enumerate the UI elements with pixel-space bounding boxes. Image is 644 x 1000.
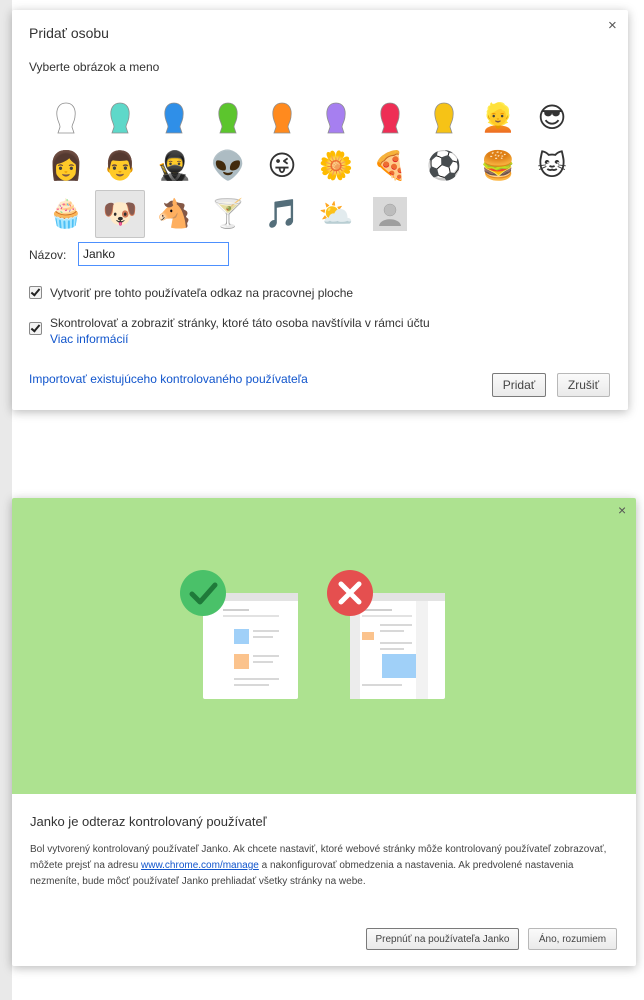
blocked-x-badge [327, 570, 373, 616]
silhouette-red-icon [380, 102, 400, 134]
avatar-grid: 👱 😎 👩 👨 🥷 👽 😜 🌼 🍕 ⚽ 🍔 🐱 🧁 🐶 🐴 🍸 🎵 ⛅ [41, 94, 581, 238]
avatar-option[interactable]: 👽 [203, 142, 253, 190]
avatar-option[interactable] [95, 94, 145, 142]
avatar-option[interactable]: 👱 [473, 94, 523, 142]
dialog-title: Pridať osobu [29, 25, 109, 41]
avatar-option[interactable] [311, 94, 361, 142]
silhouette-orange-icon [272, 102, 292, 134]
dialog-title: Janko je odteraz kontrolovaný používateľ [30, 814, 267, 829]
avatar-option[interactable] [257, 94, 307, 142]
close-icon[interactable]: × [608, 18, 617, 33]
silhouette-teal-icon [110, 102, 130, 134]
supervise-label: Skontrolovať a zobraziť stránky, ktoré t… [50, 316, 430, 330]
avatar-option[interactable]: 🐱 [527, 142, 577, 190]
silhouette-green-icon [218, 102, 238, 134]
avatar-option[interactable]: 🌼 [311, 142, 361, 190]
add-person-dialog: × Pridať osobu Vyberte obrázok a meno 👱 😎… [12, 10, 628, 410]
name-label: Názov: [29, 248, 67, 262]
dog-icon: 🐶 [102, 197, 138, 230]
avatar-option[interactable]: 😜 [257, 142, 307, 190]
silhouette-yellow-icon [434, 102, 454, 134]
burger-icon: 🍔 [480, 149, 516, 182]
silhouette-purple-icon [326, 102, 346, 134]
avatar-option[interactable]: 🥷 [149, 142, 199, 190]
blonde-woman-icon: 👱 [480, 101, 516, 134]
import-supervised-user-link[interactable]: Importovať existujúceho kontrolovaného p… [29, 372, 308, 386]
allowed-check-badge [180, 570, 226, 616]
cancel-button[interactable]: Zrušiť [557, 373, 610, 397]
supervised-user-created-dialog: × Janko je odteraz kontrolovaný používat… [12, 498, 636, 966]
avatar-option[interactable]: 🧁 [41, 190, 91, 238]
close-icon[interactable]: × [618, 503, 626, 518]
supervise-checkbox[interactable] [29, 322, 42, 335]
avatar-option[interactable] [203, 94, 253, 142]
flower-icon: 🌼 [318, 149, 354, 182]
avatar-section-label: Vyberte obrázok a meno [29, 60, 160, 74]
cat-icon: 🐱 [537, 149, 567, 182]
ok-understand-button[interactable]: Áno, rozumiem [528, 928, 617, 950]
avatar-option[interactable] [149, 94, 199, 142]
generic-user-icon [373, 197, 407, 231]
avatar-option[interactable]: 👨 [95, 142, 145, 190]
allowed-blocked-illustration [180, 570, 445, 699]
avatar-option[interactable]: 🍕 [365, 142, 415, 190]
avatar-option[interactable]: 🐴 [149, 190, 199, 238]
switch-user-button[interactable]: Prepnúť na používateľa Janko [366, 928, 519, 950]
alien-icon: 👽 [210, 149, 246, 182]
avatar-option[interactable]: 🐶 [95, 190, 145, 238]
soccer-ball-icon: ⚽ [426, 149, 462, 182]
ninja-icon: 🥷 [156, 149, 192, 182]
avatar-option[interactable]: 👩 [41, 142, 91, 190]
cupcake-icon: 🧁 [48, 197, 84, 230]
sunglasses-man-icon: 😎 [537, 101, 567, 134]
create-shortcut-checkbox[interactable] [29, 286, 42, 299]
avatar-option[interactable] [41, 94, 91, 142]
avatar-option[interactable] [419, 94, 469, 142]
create-shortcut-label: Vytvoriť pre tohto používateľa odkaz na … [50, 286, 354, 300]
avatar-option[interactable]: ⛅ [311, 190, 361, 238]
hero-banner [12, 498, 636, 794]
dialog-description: Bol vytvorený kontrolovaný používateľ Ja… [30, 842, 620, 890]
avatar-option[interactable]: ⚽ [419, 142, 469, 190]
cloud-sun-icon: ⛅ [318, 197, 354, 230]
background-page-edge [0, 0, 12, 1000]
avatar-option[interactable] [365, 94, 415, 142]
cocktail-icon: 🍸 [210, 197, 246, 230]
avatar-option[interactable] [365, 190, 415, 238]
add-button[interactable]: Pridať [492, 373, 546, 397]
avatar-option[interactable]: 🍔 [473, 142, 523, 190]
chrome-manage-link[interactable]: www.chrome.com/manage [141, 860, 259, 871]
name-input[interactable] [78, 242, 229, 266]
woman-sunglasses-icon: 👩 [48, 149, 84, 182]
avatar-option[interactable]: 😎 [527, 94, 577, 142]
laughing-face-icon: 😜 [267, 149, 297, 182]
silhouette-white-icon [56, 102, 76, 134]
avatar-option[interactable]: 🎵 [257, 190, 307, 238]
pizza-icon: 🍕 [372, 149, 408, 182]
avatar-option[interactable]: 🍸 [203, 190, 253, 238]
silhouette-blue-icon [164, 102, 184, 134]
music-note-icon: 🎵 [264, 197, 300, 230]
more-info-link[interactable]: Viac informácií [50, 332, 128, 346]
man-icon: 👨 [102, 149, 138, 182]
horse-icon: 🐴 [156, 197, 192, 230]
